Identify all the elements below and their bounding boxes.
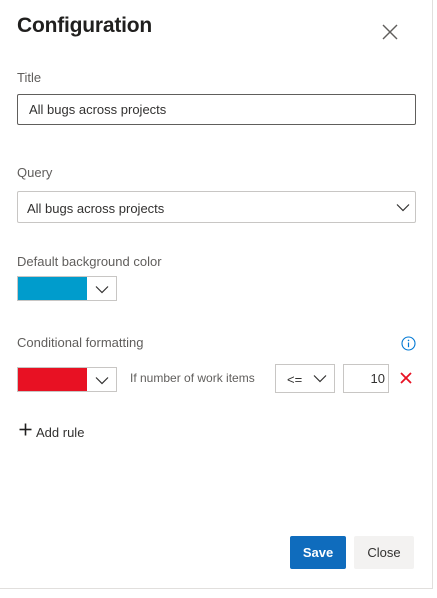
rule-operator-dropdown[interactable]: <= xyxy=(275,364,335,393)
rule-operator-value: <= xyxy=(287,372,303,387)
chevron-down-icon xyxy=(95,286,109,294)
delete-rule-button[interactable] xyxy=(399,371,413,385)
rule-color-swatch xyxy=(18,368,87,391)
plus-icon xyxy=(19,423,32,436)
close-dialog-button[interactable] xyxy=(379,21,401,43)
rule-value-input[interactable] xyxy=(343,364,389,393)
background-color-swatch xyxy=(18,277,87,300)
title-field-label: Title xyxy=(17,70,42,85)
close-button[interactable]: Close xyxy=(354,536,414,569)
query-selected-value: All bugs across projects xyxy=(27,201,165,216)
rule-color-picker[interactable] xyxy=(17,367,117,392)
info-icon[interactable] xyxy=(401,336,416,351)
save-button[interactable]: Save xyxy=(290,536,346,569)
query-dropdown[interactable]: All bugs across projects xyxy=(17,191,416,223)
title-input[interactable] xyxy=(17,94,416,125)
add-rule-label: Add rule xyxy=(36,425,85,440)
chevron-down-icon xyxy=(313,375,327,383)
chevron-down-icon xyxy=(95,377,109,385)
chevron-down-icon xyxy=(396,204,410,212)
background-color-label: Default background color xyxy=(17,254,162,269)
configuration-panel: Configuration Title Query All bugs acros… xyxy=(0,0,433,589)
delete-icon xyxy=(400,372,412,384)
background-color-picker[interactable] xyxy=(17,276,117,301)
panel-title: Configuration xyxy=(17,14,153,37)
query-field-label: Query xyxy=(17,165,53,180)
close-icon xyxy=(382,24,398,40)
conditional-formatting-label: Conditional formatting xyxy=(17,335,144,350)
rule-condition-text: If number of work items xyxy=(130,371,255,385)
